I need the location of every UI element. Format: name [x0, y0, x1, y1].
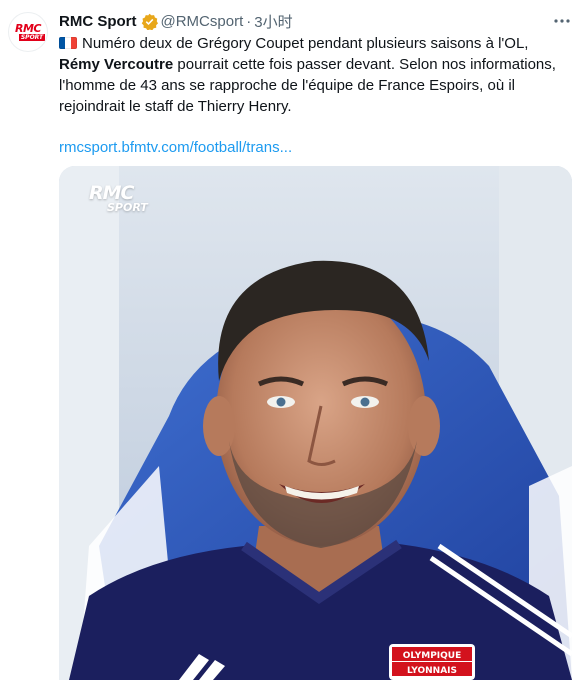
author-name[interactable]: RMC Sport: [59, 13, 137, 30]
watermark-sport: SPORT: [107, 201, 148, 214]
tweet-photo[interactable]: OLYMPIQUE LYONNAIS RMC SPORT: [59, 166, 572, 680]
separator-dot: ·: [246, 12, 252, 30]
tweet-header: RMC Sport @RMCsport · 3小时: [59, 10, 572, 32]
tweet-text-bold-name: Rémy Vercoutre: [59, 56, 174, 73]
timestamp[interactable]: 3小时: [254, 11, 292, 32]
france-flag-icon: [59, 37, 77, 49]
watermark-rmc: RMC: [89, 182, 134, 204]
more-options-button[interactable]: [552, 12, 572, 30]
author-handle[interactable]: @RMCsport: [161, 13, 244, 30]
article-link[interactable]: rmcsport.bfmtv.com/football/trans...: [59, 139, 572, 156]
avatar-logo-sport: SPORT: [18, 33, 46, 41]
verified-badge-icon: [141, 13, 158, 30]
badge-line2: LYONNAIS: [407, 666, 457, 676]
more-horizontal-icon: [554, 19, 570, 23]
rmc-sport-watermark: RMC SPORT: [89, 184, 148, 214]
tweet-text: Numéro deux de Grégory Coupet pendant pl…: [59, 33, 579, 117]
badge-line1: OLYMPIQUE: [403, 651, 462, 661]
tweet-body: RMC Sport @RMCsport · 3小时 Numéro deux de…: [59, 10, 572, 156]
photo-illustration: OLYMPIQUE LYONNAIS: [59, 166, 572, 680]
tweet-text-part1: Numéro deux de Grégory Coupet pendant pl…: [82, 35, 529, 52]
avatar[interactable]: RMC SPORT: [8, 12, 48, 52]
avatar-logo-rmc: RMC: [15, 21, 42, 35]
